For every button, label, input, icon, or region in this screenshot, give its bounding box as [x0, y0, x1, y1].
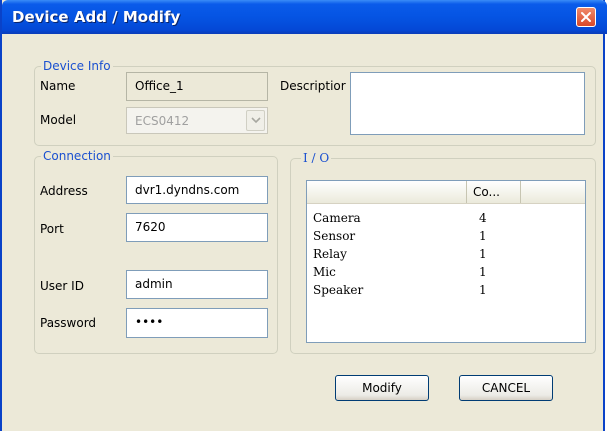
- address-field[interactable]: dvr1.dyndns.com: [126, 176, 268, 204]
- device-info-legend: Device Info: [41, 59, 113, 73]
- io-item-count: 1: [479, 229, 487, 243]
- model-label: Model: [40, 113, 77, 127]
- model-select[interactable]: ECS0412: [126, 107, 268, 134]
- io-item-count: 1: [479, 283, 487, 297]
- io-item-count: 1: [479, 247, 487, 261]
- io-col-name[interactable]: [307, 181, 467, 203]
- chevron-down-icon: [251, 117, 261, 124]
- password-label: Password: [40, 316, 97, 330]
- userid-label: User ID: [40, 279, 84, 293]
- description-label: Descriptior: [280, 79, 346, 93]
- description-field[interactable]: [350, 72, 585, 135]
- name-label: Name: [40, 79, 76, 93]
- password-field[interactable]: ••••: [126, 308, 268, 338]
- userid-field[interactable]: admin: [126, 270, 268, 299]
- io-list-header: Co...: [307, 181, 585, 204]
- io-item-name: Camera: [313, 211, 361, 225]
- dialog-window: Device Add / Modify Device Info Name Off…: [0, 0, 607, 431]
- model-dropdown-button[interactable]: [246, 110, 265, 131]
- list-item[interactable]: Relay 1: [313, 245, 533, 263]
- list-item[interactable]: Mic 1: [313, 263, 533, 281]
- address-label: Address: [40, 184, 88, 198]
- list-item[interactable]: Speaker 1: [313, 281, 533, 299]
- port-field[interactable]: 7620: [126, 213, 268, 242]
- model-select-value: ECS0412: [135, 114, 190, 128]
- list-item[interactable]: Sensor 1: [313, 227, 533, 245]
- list-item[interactable]: Camera 4: [313, 209, 533, 227]
- io-list[interactable]: Co... Camera 4 Sensor 1 Relay 1 Mic 1 Sp…: [306, 180, 586, 343]
- io-item-count: 1: [479, 265, 487, 279]
- window-title: Device Add / Modify: [12, 8, 181, 26]
- port-label: Port: [40, 222, 64, 236]
- cancel-button[interactable]: CANCEL: [459, 375, 553, 401]
- io-item-name: Relay: [313, 247, 347, 261]
- title-bar[interactable]: Device Add / Modify: [2, 0, 607, 34]
- io-col-count[interactable]: Co...: [467, 181, 521, 203]
- modify-button[interactable]: Modify: [335, 375, 429, 401]
- close-button[interactable]: [576, 7, 596, 27]
- io-item-name: Speaker: [313, 283, 364, 297]
- io-item-name: Sensor: [313, 229, 356, 243]
- connection-legend: Connection: [41, 149, 113, 163]
- io-legend: I / O: [301, 151, 332, 165]
- close-icon: [581, 12, 591, 22]
- io-item-count: 4: [479, 211, 487, 225]
- name-field[interactable]: Office_1: [126, 72, 268, 101]
- io-item-name: Mic: [313, 265, 336, 279]
